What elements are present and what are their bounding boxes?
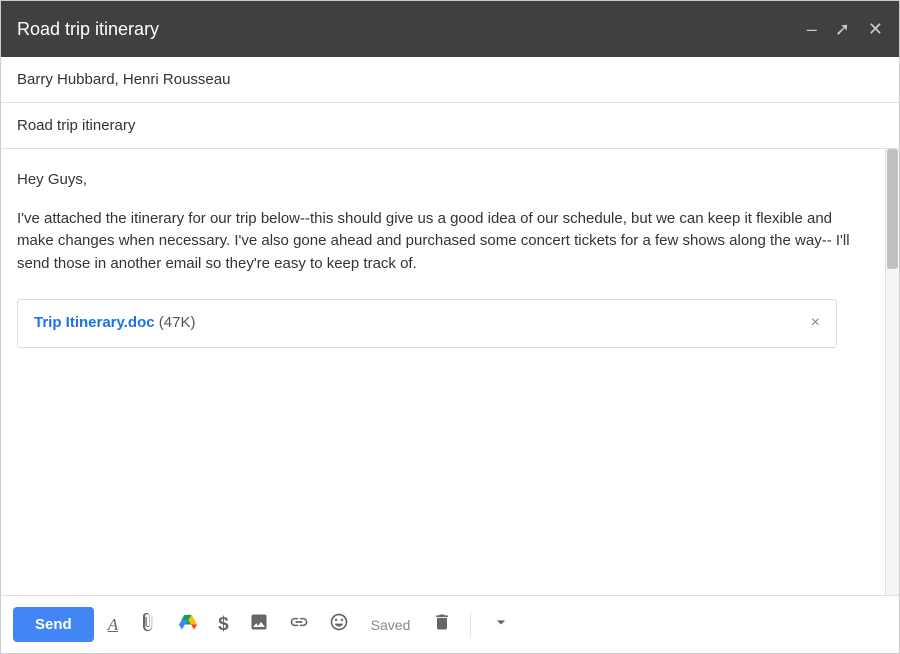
minimize-icon: – bbox=[807, 20, 817, 38]
close-button[interactable]: ✕ bbox=[868, 20, 883, 38]
body-greeting: Hey Guys, bbox=[17, 169, 869, 192]
format-text-icon: A bbox=[108, 615, 118, 635]
send-button[interactable]: Send bbox=[13, 607, 94, 642]
scrollbar-thumb[interactable] bbox=[887, 149, 898, 269]
attach-file-icon bbox=[138, 612, 158, 637]
maximize-icon: ➚ bbox=[835, 20, 850, 38]
attachment-box: Trip Itinerary.doc (47K) × bbox=[17, 299, 837, 348]
toolbar: Send A bbox=[1, 595, 899, 653]
recipients-value: Barry Hubbard, Henri Rousseau bbox=[17, 71, 230, 88]
title-bar: Road trip itinerary – ➚ ✕ bbox=[1, 1, 899, 57]
attach-file-button[interactable] bbox=[132, 608, 164, 641]
delete-button[interactable] bbox=[426, 608, 458, 641]
toolbar-divider bbox=[470, 613, 471, 637]
compose-title: Road trip itinerary bbox=[17, 19, 159, 40]
emoji-button[interactable] bbox=[323, 608, 355, 641]
subject-field[interactable]: Road trip itinerary bbox=[1, 103, 899, 149]
delete-icon bbox=[432, 612, 452, 637]
attachment-info: Trip Itinerary.doc (47K) bbox=[34, 312, 195, 335]
drive-button[interactable] bbox=[172, 608, 204, 641]
chevron-down-icon bbox=[491, 612, 511, 637]
minimize-button[interactable]: – bbox=[807, 20, 817, 38]
close-icon: ✕ bbox=[868, 20, 883, 38]
emoji-icon bbox=[329, 612, 349, 637]
drive-icon bbox=[178, 612, 198, 637]
body-area: Hey Guys, I've attached the itinerary fo… bbox=[1, 149, 899, 595]
link-button[interactable] bbox=[283, 608, 315, 641]
scrollbar[interactable] bbox=[885, 149, 899, 595]
compose-window: Road trip itinerary – ➚ ✕ Barry Hubbard,… bbox=[0, 0, 900, 654]
maximize-button[interactable]: ➚ bbox=[835, 20, 850, 38]
image-button[interactable] bbox=[243, 608, 275, 641]
money-icon: $ bbox=[218, 614, 229, 636]
subject-value: Road trip itinerary bbox=[17, 117, 135, 134]
title-bar-controls: – ➚ ✕ bbox=[807, 20, 883, 38]
recipients-field[interactable]: Barry Hubbard, Henri Rousseau bbox=[1, 57, 899, 103]
body-content[interactable]: Hey Guys, I've attached the itinerary fo… bbox=[1, 149, 885, 595]
format-text-button[interactable]: A bbox=[102, 611, 124, 639]
attachment-size: (47K) bbox=[159, 314, 196, 331]
attachment-name[interactable]: Trip Itinerary.doc bbox=[34, 314, 155, 331]
saved-label: Saved bbox=[363, 613, 419, 637]
money-button[interactable]: $ bbox=[212, 610, 235, 640]
link-icon bbox=[289, 612, 309, 637]
image-icon bbox=[249, 612, 269, 637]
attachment-close-button[interactable]: × bbox=[811, 314, 820, 332]
body-paragraph: I've attached the itinerary for our trip… bbox=[17, 208, 869, 276]
more-options-button[interactable] bbox=[485, 608, 517, 641]
